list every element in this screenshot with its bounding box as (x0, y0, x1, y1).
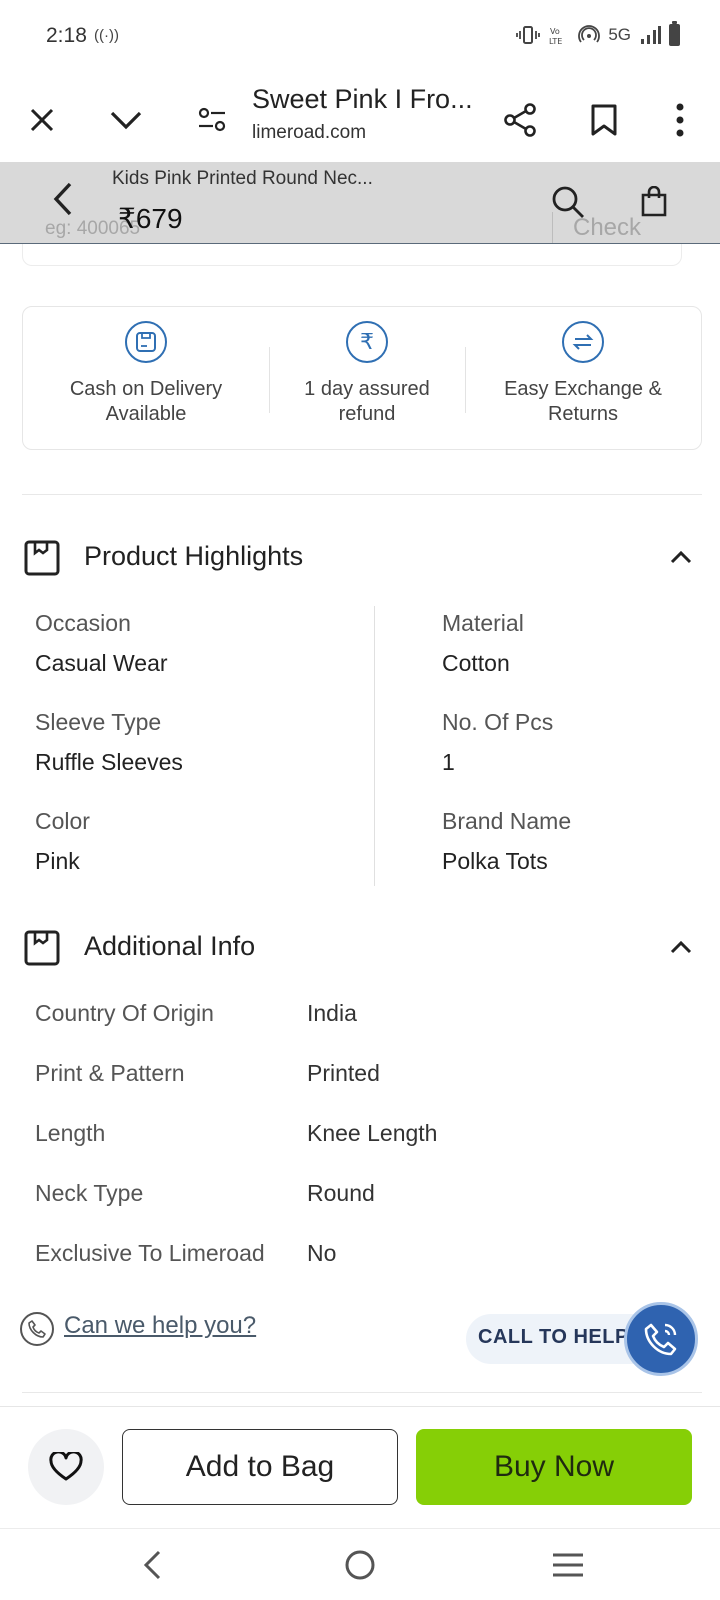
search-icon[interactable] (550, 184, 586, 225)
highlight-label: Color (35, 808, 90, 834)
bottom-action-bar: Add to Bag Buy Now (0, 1406, 720, 1528)
share-icon[interactable] (496, 96, 544, 144)
highlight-label: Brand Name (442, 808, 572, 834)
site-settings-icon[interactable] (188, 96, 236, 144)
sticky-product-header: eg: 400065 Check Kids Pink Printed Round… (0, 162, 720, 244)
add-to-bag-button[interactable]: Add to Bag (122, 1429, 398, 1505)
highlight-value: 1 (442, 749, 455, 775)
highlight-label: Material (442, 610, 524, 636)
page-url: limeroad.com (252, 122, 367, 143)
info-label: Neck Type (35, 1180, 144, 1206)
buy-now-button[interactable]: Buy Now (416, 1429, 692, 1505)
service-cod: Cash on Delivery Available (23, 307, 269, 451)
call-to-help-label: CALL TO HELP (478, 1326, 629, 1348)
additional-info-header[interactable]: Additional Info (22, 924, 702, 974)
divider (22, 1392, 702, 1393)
help-link[interactable]: Can we help you? (64, 1312, 256, 1340)
status-time: 2:18 (46, 24, 87, 47)
tag-box-icon (24, 930, 60, 966)
service-label: Easy Exchange & Returns (504, 378, 662, 425)
status-bar: 2:18 ((·)) Vo LTE 5G (0, 0, 720, 76)
highlight-label: No. Of Pcs (442, 709, 554, 735)
service-benefits-card: Cash on Delivery Available ₹ 1 day assure… (22, 306, 702, 450)
service-exchange: Easy Exchange & Returns (465, 307, 701, 451)
volte-icon: VoLTE (549, 27, 562, 46)
battery-icon (669, 21, 680, 46)
wishlist-heart-icon[interactable] (28, 1429, 104, 1505)
system-navigation-bar (0, 1528, 720, 1600)
more-options-icon[interactable] (656, 96, 704, 144)
page-title: Sweet Pink I Fro... (252, 84, 473, 114)
sticky-product-price: ₹679 (118, 203, 183, 234)
section-title: Product Highlights (84, 541, 304, 571)
call-phone-icon[interactable] (624, 1302, 698, 1376)
highlight-value: Pink (35, 848, 80, 874)
back-arrow-icon[interactable] (50, 180, 80, 220)
product-highlights-header[interactable]: Product Highlights (22, 534, 702, 584)
data-activity-icon: ((·)) (94, 27, 119, 44)
service-label: 1 day assured refund (304, 378, 430, 425)
info-value: Knee Length (307, 1120, 438, 1146)
vibrate-icon (516, 26, 541, 44)
info-value: No (307, 1240, 337, 1266)
hotspot-icon (578, 25, 601, 43)
info-value: India (307, 1000, 357, 1026)
highlight-value: Polka Tots (442, 848, 548, 874)
back-icon[interactable] (132, 1545, 172, 1585)
svg-text:Vo: Vo (550, 27, 560, 36)
service-refund: ₹ 1 day assured refund (269, 307, 465, 451)
highlight-label: Occasion (35, 610, 131, 636)
tag-box-icon (24, 540, 60, 576)
shopping-bag-icon[interactable] (640, 185, 668, 223)
service-label: Cash on Delivery Available (69, 378, 223, 425)
chevron-up-icon[interactable] (668, 544, 694, 570)
info-value: Printed (307, 1060, 380, 1086)
section-title: Additional Info (84, 931, 256, 961)
divider (22, 494, 702, 495)
info-value: Round (307, 1180, 375, 1206)
status-icons: Vo LTE 5G (516, 21, 680, 46)
highlight-value: Cotton (442, 650, 510, 676)
phone-icon (20, 1312, 54, 1346)
signal-icon (641, 26, 661, 44)
highlight-value: Casual Wear (35, 650, 168, 676)
network-type: 5G (608, 25, 631, 44)
cash-on-delivery-icon (125, 321, 167, 363)
bookmark-icon[interactable] (580, 96, 628, 144)
divider (374, 606, 375, 886)
home-icon[interactable] (340, 1545, 380, 1585)
svg-text:LTE: LTE (549, 37, 562, 46)
recent-apps-icon[interactable] (548, 1545, 588, 1585)
highlight-value: Ruffle Sleeves (35, 749, 183, 775)
close-icon[interactable] (18, 96, 66, 144)
info-label: Country Of Origin (35, 1000, 214, 1026)
custom-tab-toolbar: Sweet Pink I Fro... limeroad.com (0, 76, 720, 162)
info-label: Print & Pattern (35, 1060, 185, 1086)
chevron-down-icon[interactable] (102, 96, 150, 144)
rupee-refund-icon: ₹ (346, 321, 388, 363)
exchange-icon (562, 321, 604, 363)
pincode-card-edge (22, 244, 682, 266)
info-label: Length (35, 1120, 106, 1146)
chevron-up-icon[interactable] (668, 934, 694, 960)
sticky-product-title: Kids Pink Printed Round Nec... (112, 168, 373, 189)
highlight-label: Sleeve Type (35, 709, 162, 735)
info-label: Exclusive To Limeroad (35, 1240, 265, 1266)
